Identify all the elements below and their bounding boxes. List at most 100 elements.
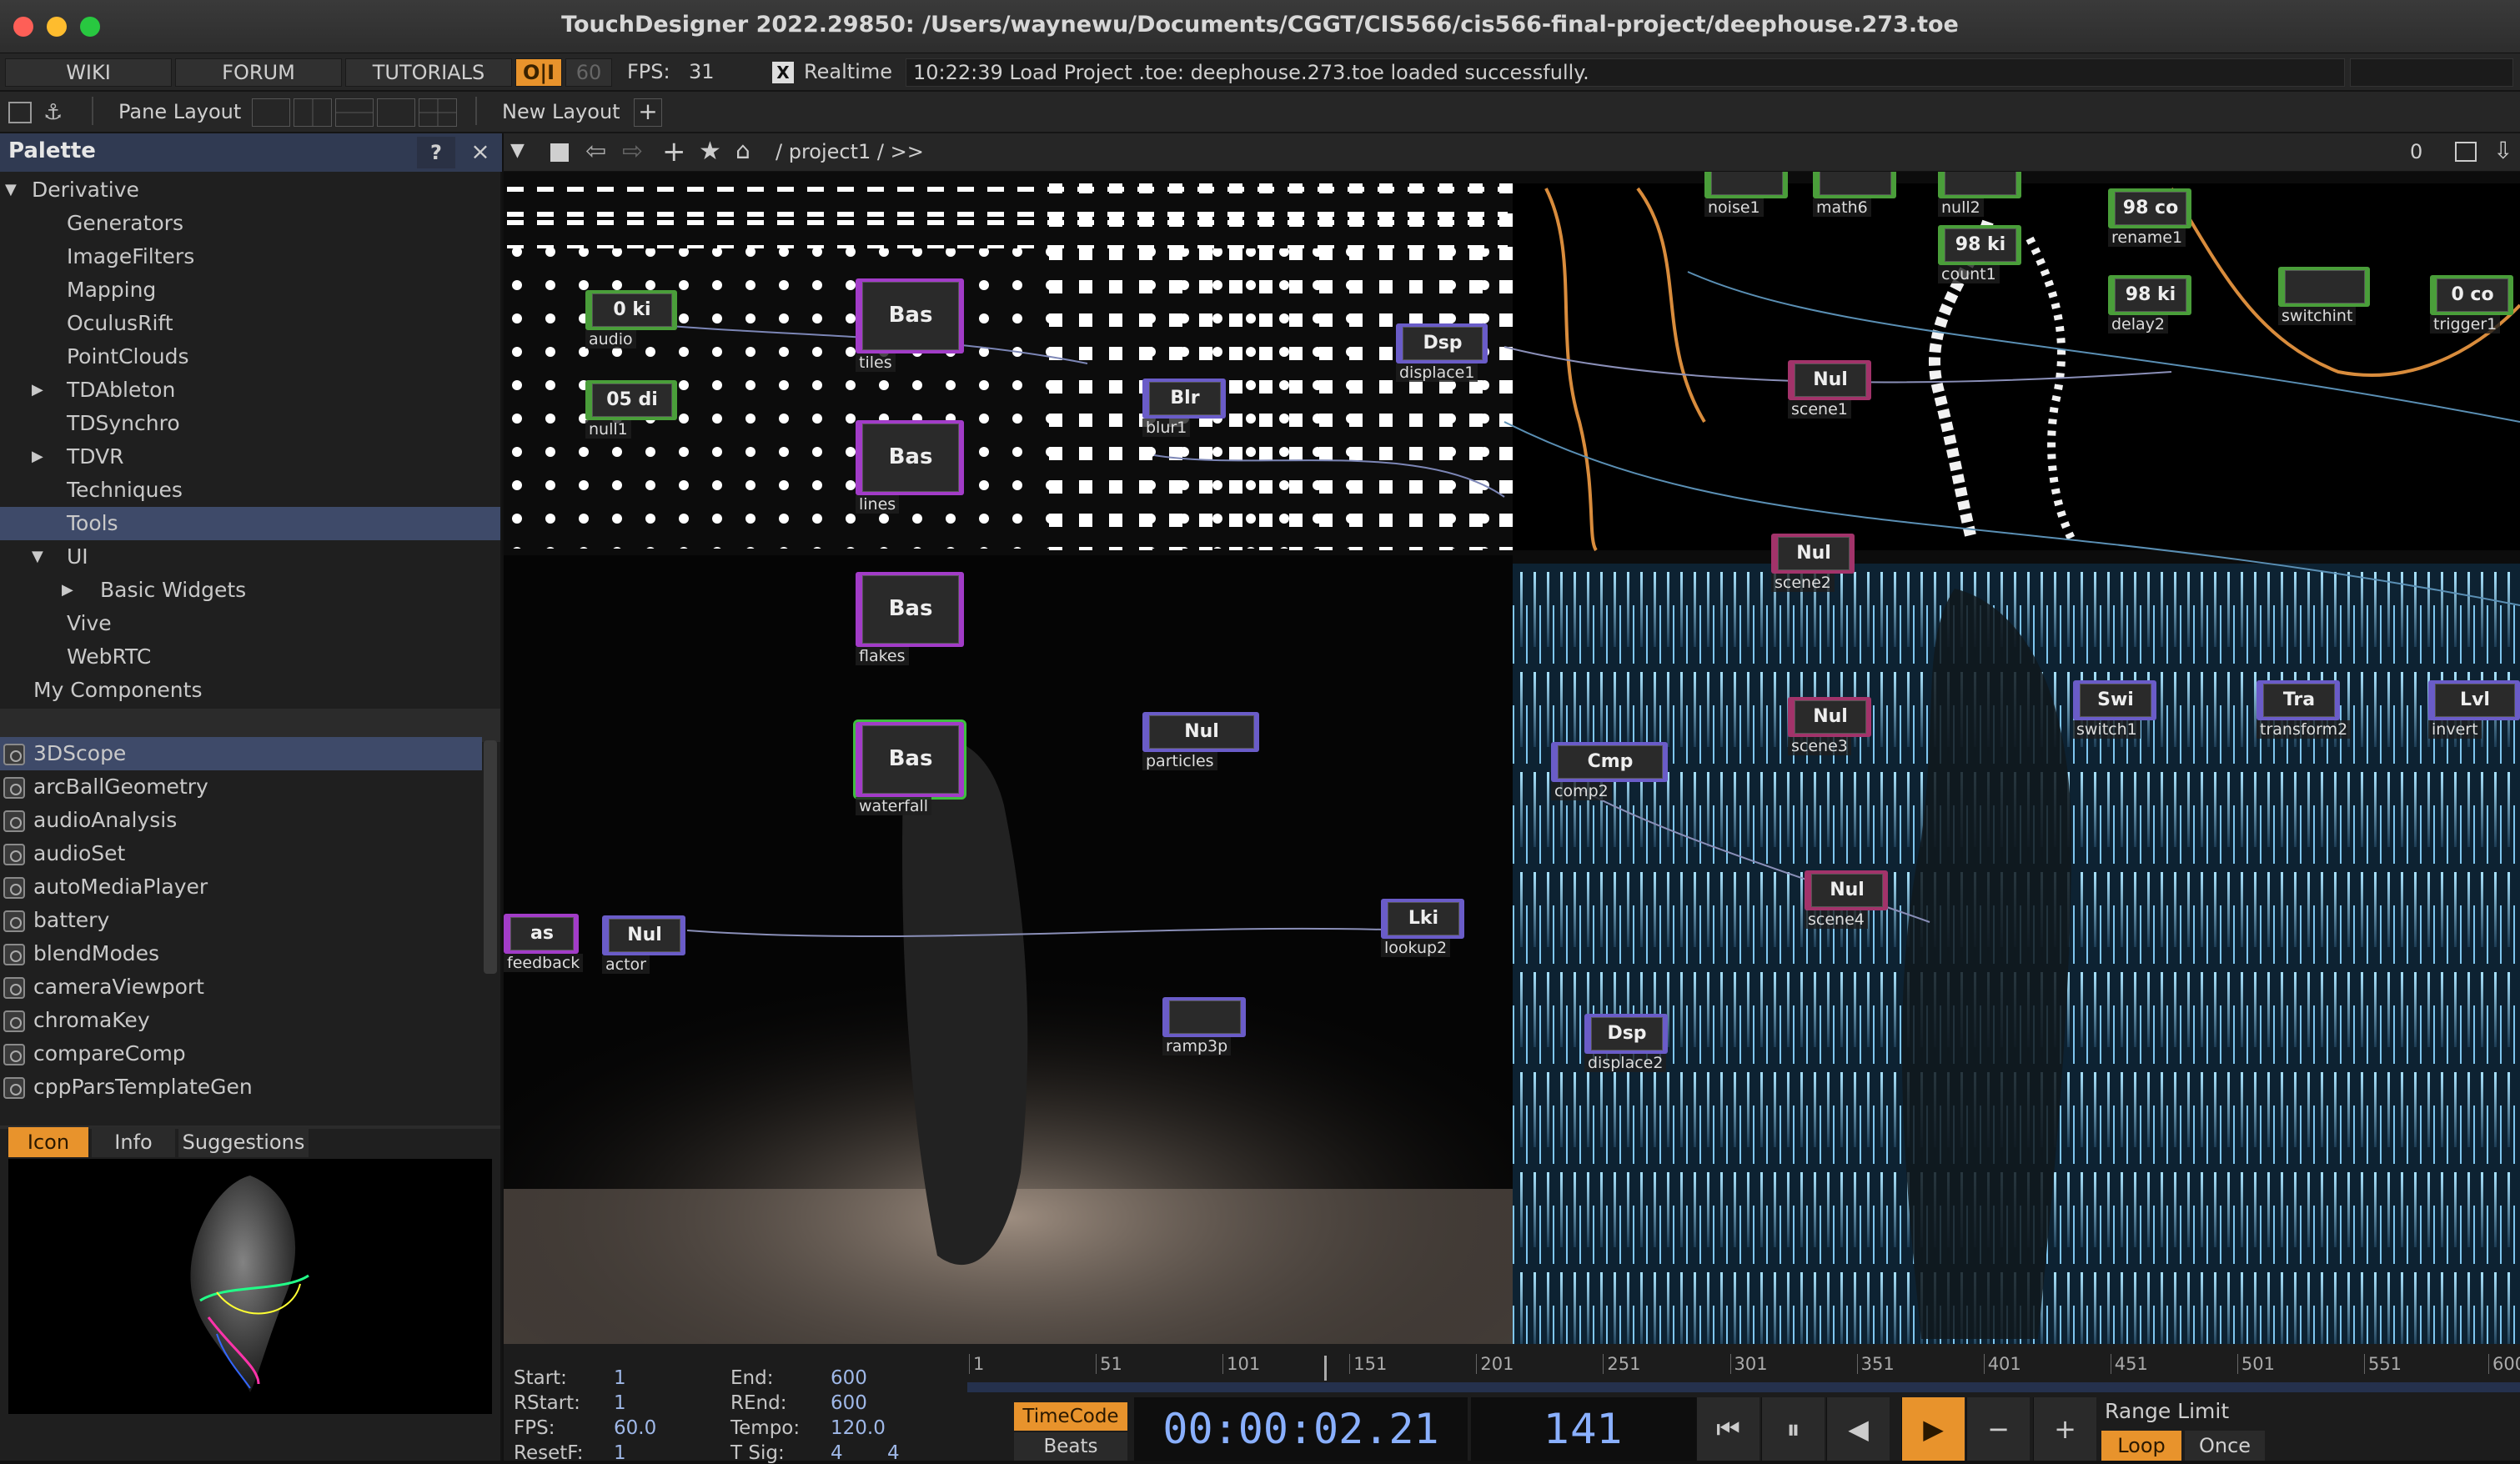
palette-help-button[interactable]: ? [417,137,455,168]
play-icon[interactable]: ▶ [1901,1397,1965,1461]
component-list-scrollbar[interactable] [484,740,497,974]
tempo-value[interactable]: 120.0 [831,1417,886,1439]
operator-node-actor[interactable]: Nul actor [602,915,685,974]
wiki-button[interactable]: WIKI [5,58,172,87]
operator-node-ramp3p[interactable]: ramp3p [1162,997,1246,1055]
network-path[interactable]: / project1 / >> [776,140,924,163]
palette-tree-item[interactable]: ▼ Derivative [0,173,500,207]
operator-node-scene3[interactable]: Nul scene3 [1788,697,1871,755]
resetf-value[interactable]: 1 [614,1442,626,1464]
component-list-item[interactable]: chromaKey [0,1004,482,1037]
palette-tree-item[interactable]: Tools [0,507,500,540]
chevron-right-icon[interactable]: ▶ [32,374,43,407]
rstart-value[interactable]: 1 [614,1392,626,1414]
component-list-item[interactable]: arcBallGeometry [0,770,482,804]
star-icon[interactable]: ★ [699,137,721,166]
operator-node-switchint[interactable]: switchint [2278,267,2370,325]
chevron-right-icon[interactable]: ▶ [32,440,43,474]
tab-suggestions[interactable]: Suggestions [178,1127,309,1157]
operator-node-transform2[interactable]: Tra transform2 [2256,680,2352,739]
layout-single-icon[interactable] [252,98,290,127]
timecode-display[interactable]: 00:00:02.21 [1134,1397,1468,1461]
operator-node-particles[interactable]: Nul particles [1142,712,1259,770]
operator-node-scene2[interactable]: Nul scene2 [1771,534,1855,592]
increase-speed-icon[interactable]: + [2033,1397,2096,1461]
playhead[interactable] [1323,1356,1327,1381]
operator-node-audio[interactable]: 0 ki audio [585,290,677,348]
back-arrow-icon[interactable]: ⇦ [585,137,606,166]
operator-node-flakes[interactable]: Bas flakes [856,572,964,665]
palette-tree-item[interactable]: ▶ TDAbleton [0,374,500,407]
operator-node-lines[interactable]: Bas lines [856,420,964,514]
component-list-item[interactable]: compareComp [0,1037,482,1070]
rend-value[interactable]: 600 [831,1392,867,1414]
component-list-item[interactable]: cppParsTemplateGen [0,1070,482,1104]
chevron-down-icon[interactable]: ▼ [5,173,17,207]
operator-node-lookup2[interactable]: Lki lookup2 [1381,899,1464,957]
palette-tree-item[interactable]: Techniques [0,474,500,507]
operator-node-count1[interactable]: 98 ki count1 [1938,225,2021,283]
network-menu-icon[interactable]: ▼ [510,140,525,161]
oi-toggle[interactable]: O|I [515,58,562,87]
operator-node-null2[interactable]: null2 [1938,172,2021,217]
stop-icon[interactable] [550,143,569,162]
range-bar[interactable] [967,1382,2520,1392]
layout-split-vertical-icon[interactable] [294,98,332,127]
operator-node-invert[interactable]: Lvl invert [2428,680,2520,739]
layout-triple-icon[interactable] [377,98,415,127]
step-back-icon[interactable]: ◀ [1826,1397,1890,1461]
operator-node-math6[interactable]: math6 [1813,172,1896,217]
operator-node-comp2[interactable]: Cmp comp2 [1551,742,1668,800]
maximize-pane-icon[interactable] [2455,142,2477,162]
operator-node-delay2[interactable]: 98 ki delay2 [2108,275,2191,333]
chevron-down-icon[interactable]: ▼ [32,540,43,574]
tsig-denominator[interactable]: 4 [887,1442,900,1464]
palette-tree-item[interactable]: Vive [0,607,500,640]
realtime-checkbox[interactable]: X [772,62,794,83]
palette-tree-item[interactable]: ▼ UI [0,540,500,574]
fps-field-value[interactable]: 60.0 [614,1417,656,1439]
once-button[interactable]: Once [2185,1431,2265,1461]
operator-node-displace1[interactable]: Dsp displace1 [1396,323,1488,382]
component-list-item[interactable]: audioAnalysis [0,804,482,837]
operator-node-scene1[interactable]: Nul scene1 [1788,360,1871,419]
tab-icon[interactable]: Icon [8,1127,88,1157]
palette-tree-item[interactable]: TDSynchro [0,407,500,440]
component-list-item[interactable]: audioSet [0,837,482,870]
operator-node-switch1[interactable]: Swi switch1 [2073,680,2156,739]
palette-tree-item[interactable]: ▶ Basic Widgets [0,574,500,607]
layout-quad-icon[interactable] [419,98,457,127]
home-icon[interactable]: ⌂ [735,137,750,164]
rewind-icon[interactable]: ⏮ [1696,1397,1759,1461]
palette-tree-item[interactable]: WebRTC [0,640,500,674]
operator-node-rename1[interactable]: 98 co rename1 [2108,188,2191,247]
palette-tree-item[interactable]: ▶ TDVR [0,440,500,474]
operator-node-scene4[interactable]: Nul scene4 [1805,870,1888,929]
layout-split-horizontal-icon[interactable] [335,98,374,127]
component-list-item[interactable]: cameraViewport [0,970,482,1004]
palette-tree-item[interactable]: Generators [0,207,500,240]
palette-tree-item[interactable]: PointClouds [0,340,500,374]
end-value[interactable]: 600 [831,1367,867,1389]
image-icon[interactable] [8,102,32,123]
anchor-icon[interactable]: ⚓ [43,100,63,125]
timecode-button[interactable]: TimeCode [1014,1402,1127,1431]
start-value[interactable]: 1 [614,1367,626,1389]
palette-tree-item[interactable]: ImageFilters [0,240,500,273]
tutorials-button[interactable]: TUTORIALS [345,58,512,87]
add-layout-button[interactable]: + [634,98,662,127]
operator-node-noise1[interactable]: noise1 [1704,172,1788,217]
operator-node-waterfall[interactable]: Bas waterfall [853,719,966,815]
component-list-item[interactable]: autoMediaPlayer [0,870,482,904]
chevron-right-icon[interactable]: ▶ [62,574,73,607]
tsig-numerator[interactable]: 4 [831,1442,843,1464]
palette-close-button[interactable]: × [464,137,497,168]
operator-node-tiles[interactable]: Bas tiles [856,278,964,372]
operator-node-null1[interactable]: 05 di null1 [585,380,677,439]
operator-node-displace2[interactable]: Dsp displace2 [1584,1014,1668,1072]
component-list-item[interactable]: battery [0,904,482,937]
network-canvas[interactable]: 0 ki audio 05 di null1 Bas tiles Bas lines Bas fl… [504,172,2520,1344]
decrease-speed-icon[interactable]: − [1966,1397,2030,1461]
operator-node-blur1[interactable]: Blr blur1 [1142,379,1226,437]
frame-display[interactable]: 141 [1471,1397,1696,1461]
